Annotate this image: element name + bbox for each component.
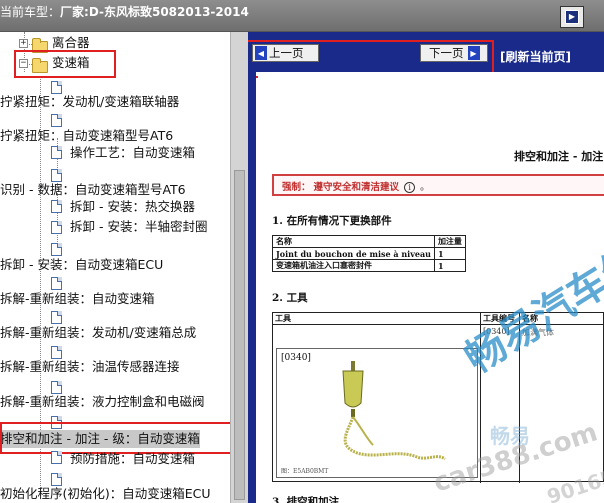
table-cell: Joint du bouchon de mise à niveau — [272, 247, 435, 260]
table-cell: 1 — [433, 247, 466, 260]
table-cell: 1 — [433, 259, 466, 272]
table-header-cell: 工具编号 — [483, 313, 515, 323]
table-header-cell: 加注量 — [433, 235, 466, 248]
document-body: 排空和加注 - 加注 - 级 强制： 遵守安全和清洁建议 i 。 1. 在所有情… — [258, 72, 604, 503]
tool-image: [0340] 图：E5AB0BMT — [276, 348, 478, 478]
scrollbar-thumb[interactable] — [234, 170, 245, 500]
tree-item-oil-temp-sensor[interactable]: 拆解-重新组装：油温传感器连接 — [0, 358, 180, 376]
table-header-cell: 工具 — [275, 313, 291, 323]
document-icon — [51, 451, 62, 464]
table-row: 名称 加注量 — [272, 235, 466, 248]
tree-item-ecu-removal[interactable]: 拆卸 - 安装：自动变速箱ECU — [0, 256, 163, 274]
tools-table: 工具 工具编号 名称 [0340] 加满气体 [0340] 图：E5AB0BMT — [272, 312, 604, 483]
tool-code: [0340] — [483, 327, 510, 336]
document-heading: 排空和加注 - 加注 - 级 — [514, 150, 604, 163]
tree-scrollbar[interactable] — [230, 32, 248, 503]
tree-item-torque-at6[interactable]: 拧紧扭矩：自动变速箱型号AT6 — [0, 127, 173, 145]
document-icon — [51, 311, 62, 324]
content-border — [248, 72, 256, 503]
oil-filler-tool-icon — [342, 361, 446, 461]
expand-icon[interactable]: + — [19, 39, 28, 48]
document-icon — [51, 221, 62, 234]
document-icon — [51, 243, 62, 256]
tree-item-procedure[interactable]: 操作工艺：自动变速箱 — [70, 144, 195, 162]
table-header-cell: 名称 — [522, 313, 538, 323]
tool-name: 加满气体 — [522, 328, 554, 337]
document-icon — [51, 146, 62, 159]
vehicle-title: 当前车型：厂家:D-东风标致5082013-2014 — [0, 3, 249, 20]
warning-tag: 强制： — [282, 182, 311, 193]
vehicle-title-prefix: 当前车型： — [0, 5, 61, 19]
toggle-panel-button[interactable]: ▶ — [560, 6, 584, 28]
table-divider — [519, 313, 520, 483]
tools-table-header: 工具 工具编号 名称 — [273, 313, 604, 325]
tree-item-disassembly-gearbox[interactable]: 拆解-重新组装：自动变速箱 — [0, 290, 155, 308]
table-row: 变速箱机油注入口塞密封件 1 — [272, 259, 466, 272]
tree-item-hydraulic-block[interactable]: 拆解-重新组装：液力控制盒和电磁阀 — [0, 393, 205, 411]
section-drain-fill: 3. 排空和加注 — [272, 496, 340, 503]
warning-text: 遵守安全和清洁建议 — [313, 182, 400, 193]
tree-item-torque-coupling[interactable]: 拧紧扭矩：发动机/变速箱联轴器 — [0, 93, 179, 111]
table-cell: 变速箱机油注入口塞密封件 — [272, 259, 435, 272]
tree-item-disassembly-engine[interactable]: 拆解-重新组装：发动机/变速箱总成 — [0, 324, 196, 342]
tree-item-initialization[interactable]: 初始化程序(初始化)：自动变速箱ECU — [0, 485, 211, 503]
parts-table: 名称 加注量 Joint du bouchon de mise à niveau… — [272, 235, 466, 272]
tree-item-heat-exchanger[interactable]: 拆卸 - 安装：热交换器 — [70, 198, 195, 216]
arrow-right-icon: ▶ — [565, 10, 579, 24]
document-icon — [51, 114, 62, 127]
table-header-cell: 名称 — [272, 235, 435, 248]
warning-end: 。 — [420, 182, 430, 193]
document-icon — [51, 200, 62, 213]
refresh-page-link[interactable]: [刷新当前页] — [500, 48, 571, 65]
vehicle-title-value: 厂家:D-东风标致5082013-2014 — [60, 5, 249, 19]
tree-item-precautions[interactable]: 预防措施：自动变速箱 — [70, 450, 195, 468]
section-replace-parts: 1. 在所有情况下更换部件 — [272, 215, 392, 227]
document-icon — [51, 277, 62, 290]
table-divider — [480, 313, 481, 483]
info-icon: i — [404, 182, 416, 193]
highlight-box-gearbox — [14, 50, 116, 78]
title-bar: 当前车型：厂家:D-东风标致5082013-2014 ▶ — [0, 0, 604, 32]
tree-item-identification[interactable]: 识别 - 数据：自动变速箱型号AT6 — [0, 181, 186, 199]
section-tools: 2. 工具 — [272, 292, 308, 304]
tree-panel: + 离合器 − 变速箱 拧紧扭矩：发动机/变速箱联轴器 拧紧扭矩：自动变速箱型号… — [0, 32, 230, 503]
content-panel: ◀ 上一页 下一页 ▶ [刷新当前页] 排空和加注 - 加注 - 级 强制： 遵… — [248, 32, 604, 503]
tool-image-caption: 图：E5AB0BMT — [281, 468, 329, 475]
tree-item-shaft-seal[interactable]: 拆卸 - 安装：半轴密封圈 — [70, 218, 207, 236]
table-row: Joint du bouchon de mise à niveau 1 — [272, 247, 466, 260]
warning-box: 强制： 遵守安全和清洁建议 i 。 — [272, 174, 604, 196]
